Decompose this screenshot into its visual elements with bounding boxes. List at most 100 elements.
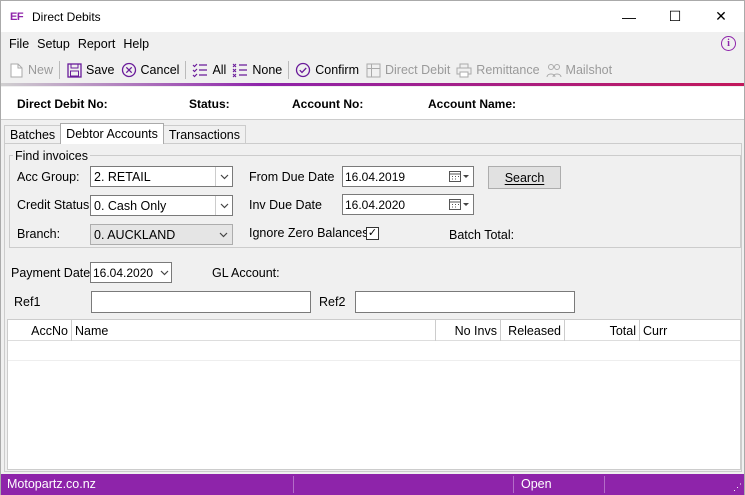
search-label: Search — [504, 170, 545, 185]
cancel-icon — [121, 62, 137, 78]
none-label: None — [252, 63, 283, 77]
select-none-button[interactable]: None — [229, 59, 285, 81]
new-document-icon — [8, 62, 24, 78]
inv-due-date-value: 16.04.2020 — [345, 197, 406, 212]
printer-icon — [456, 62, 472, 78]
gl-account-label: GL Account: — [212, 266, 280, 280]
tab-strip: Batches Debtor Accounts Transactions — [4, 123, 246, 144]
accent-divider — [1, 83, 744, 86]
column-header-name[interactable]: Name — [72, 320, 436, 341]
close-button[interactable]: ✕ — [698, 1, 744, 32]
minimize-button[interactable]: — — [606, 1, 652, 32]
new-label: New — [28, 63, 54, 77]
app-logo: EF — [10, 10, 24, 23]
header-info-strip: Direct Debit No: Status: Account No: Acc… — [1, 87, 744, 120]
info-icon[interactable]: i — [721, 36, 736, 51]
cancel-button[interactable]: Cancel — [118, 59, 183, 81]
inv-due-date-label: Inv Due Date — [249, 198, 322, 212]
remittance-button[interactable]: Remittance — [453, 59, 542, 81]
column-header-total[interactable]: Total — [565, 320, 640, 341]
from-due-date-label: From Due Date — [249, 170, 335, 184]
confirm-button[interactable]: Confirm — [292, 59, 362, 81]
column-header-no-invs[interactable]: No Invs — [436, 320, 501, 341]
menu-file[interactable]: File — [9, 37, 29, 51]
select-all-button[interactable]: All — [189, 59, 229, 81]
people-icon — [546, 62, 562, 78]
from-due-date-picker[interactable]: 16.04.2019 — [342, 166, 474, 187]
status-label: Status: — [189, 97, 230, 111]
ignore-zero-balances-checkbox[interactable]: ✓ — [366, 227, 379, 240]
from-due-date-value: 16.04.2019 — [345, 169, 406, 184]
tab-batches[interactable]: Batches — [4, 125, 62, 144]
maximize-button[interactable]: ☐ — [652, 1, 698, 32]
column-header-curr[interactable]: Curr — [640, 320, 740, 341]
debtor-accounts-grid[interactable]: AccNo Name No Invs Released Total Curr — [7, 319, 741, 470]
column-header-accno[interactable]: AccNo — [8, 320, 72, 341]
mailshot-label: Mailshot — [565, 63, 613, 77]
credit-status-value: 0. Cash Only — [94, 198, 167, 213]
toolbar-separator — [59, 61, 61, 79]
grid-empty-row — [8, 360, 740, 361]
batch-total-label: Batch Total: — [449, 228, 515, 242]
close-icon: ✕ — [715, 8, 727, 24]
checklist-none-icon — [232, 62, 248, 78]
status-bar: Motopartz.co.nz Open ⋰ — [1, 474, 744, 495]
chevron-down-icon — [157, 263, 171, 282]
direct-debit-no-label: Direct Debit No: — [17, 97, 108, 111]
chevron-down-icon — [215, 225, 232, 244]
ref2-input[interactable] — [355, 291, 575, 313]
acc-group-label: Acc Group: — [17, 170, 80, 184]
window-title: Direct Debits — [32, 9, 101, 24]
direct-debits-window: EF Direct Debits — ☐ ✕ File Setup Report… — [0, 0, 745, 495]
ref2-label: Ref2 — [319, 295, 346, 309]
calendar-icon[interactable] — [449, 170, 469, 183]
all-label: All — [212, 63, 227, 77]
save-icon — [66, 62, 82, 78]
branch-select[interactable]: 0. AUCKLAND — [90, 224, 233, 245]
acc-group-value: 2. RETAIL — [94, 169, 151, 184]
confirm-check-icon — [295, 62, 311, 78]
resize-grip-icon[interactable]: ⋰ — [733, 482, 742, 493]
record-state: Open — [521, 477, 552, 491]
grid-header: AccNo Name No Invs Released Total Curr — [8, 320, 740, 341]
credit-status-select[interactable]: 0. Cash Only — [90, 195, 233, 216]
branch-label: Branch: — [17, 227, 61, 241]
save-button[interactable]: Save — [63, 59, 118, 81]
ignore-zero-balances-label: Ignore Zero Balances — [249, 226, 369, 240]
menu-report[interactable]: Report — [78, 37, 116, 51]
status-separator — [513, 476, 514, 493]
checklist-all-icon — [192, 62, 208, 78]
calendar-icon[interactable] — [449, 198, 469, 211]
search-button[interactable]: Search — [488, 166, 561, 189]
title-bar: EF Direct Debits — ☐ ✕ — [1, 1, 744, 32]
toolbar: New Save Cancel All None Confirm Direct … — [1, 57, 744, 83]
payment-date-label: Payment Date — [11, 266, 91, 280]
payment-date-value: 16.04.2020 — [93, 265, 154, 280]
toolbar-separator — [288, 61, 290, 79]
status-separator — [604, 476, 605, 493]
acc-group-select[interactable]: 2. RETAIL — [90, 166, 233, 187]
menu-setup[interactable]: Setup — [37, 37, 70, 51]
ref1-label: Ref1 — [14, 295, 41, 309]
tab-transactions[interactable]: Transactions — [162, 125, 246, 144]
account-name-label: Account Name: — [428, 97, 517, 111]
column-header-released[interactable]: Released — [501, 320, 565, 341]
remittance-label: Remittance — [476, 63, 540, 77]
direct-debit-button[interactable]: Direct Debit — [362, 59, 453, 81]
mailshot-button[interactable]: Mailshot — [543, 59, 616, 81]
checkmark-icon: ✓ — [367, 227, 378, 239]
grid-icon — [365, 62, 381, 78]
ref1-input[interactable] — [91, 291, 311, 313]
branch-value: 0. AUCKLAND — [94, 227, 176, 242]
toolbar-separator — [185, 61, 187, 79]
tab-debtor-accounts[interactable]: Debtor Accounts — [60, 123, 164, 144]
inv-due-date-picker[interactable]: 16.04.2020 — [342, 194, 474, 215]
save-label: Save — [86, 63, 115, 77]
menu-help[interactable]: Help — [123, 37, 149, 51]
payment-date-picker[interactable]: 16.04.2020 — [90, 262, 172, 283]
account-no-label: Account No: — [292, 97, 364, 111]
new-button[interactable]: New — [5, 59, 56, 81]
direct-debit-label: Direct Debit — [385, 63, 451, 77]
minimize-icon: — — [622, 8, 636, 25]
maximize-icon: ☐ — [668, 8, 682, 24]
